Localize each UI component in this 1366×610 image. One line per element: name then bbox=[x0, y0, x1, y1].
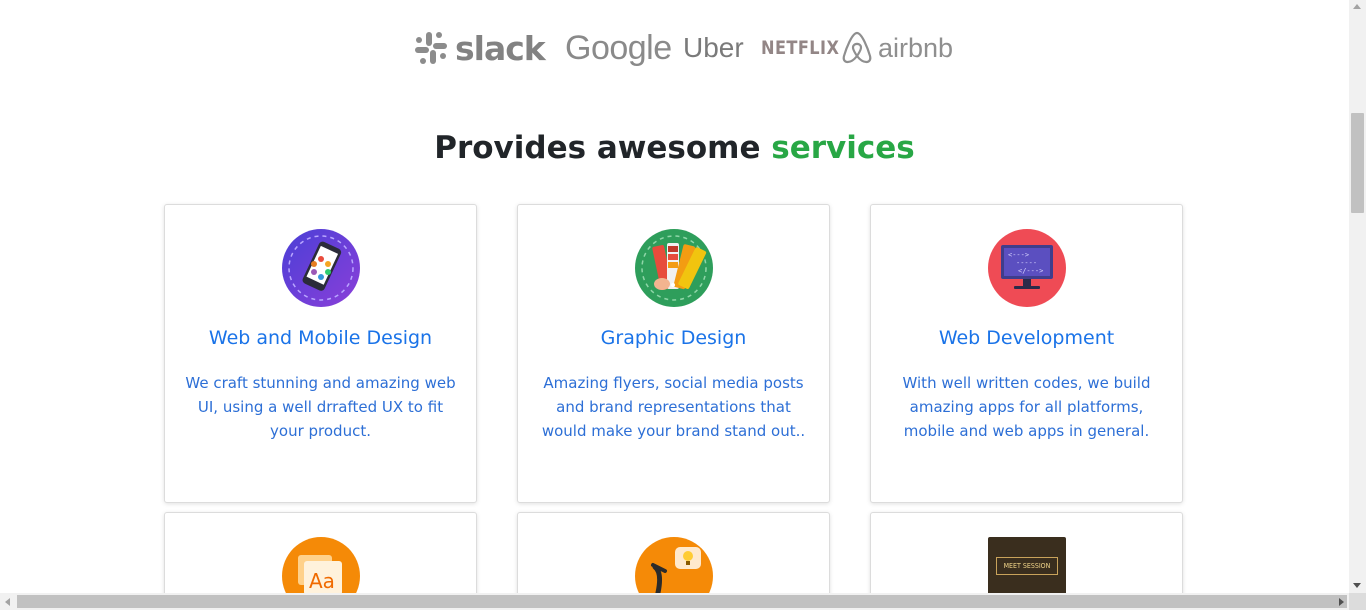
brand-logos: slack Google Uber NETFLIX airbnb bbox=[0, 28, 1349, 68]
netflix-wordmark: NETFLIX bbox=[761, 37, 840, 59]
svg-text:-----: ----- bbox=[1016, 259, 1037, 267]
page-viewport: slack Google Uber NETFLIX airbnb Provide… bbox=[0, 0, 1349, 593]
service-title: Web and Mobile Design bbox=[208, 327, 433, 349]
service-description: With well written codes, we build amazin… bbox=[902, 374, 1151, 440]
scrollbar-corner bbox=[1349, 593, 1366, 610]
service-title: Web Development bbox=[938, 327, 1115, 349]
airbnb-wordmark: airbnb bbox=[878, 32, 954, 63]
horizontal-scrollbar[interactable] bbox=[0, 593, 1366, 610]
service-card-web-mobile-design[interactable]: Web and Mobile Design We craft stunning … bbox=[164, 204, 477, 503]
airbnb-logo: airbnb bbox=[840, 28, 953, 68]
slack-icon bbox=[415, 32, 447, 64]
mobile-design-icon bbox=[281, 229, 360, 307]
svg-text:Aa: Aa bbox=[309, 569, 335, 593]
service-description: Amazing flyers, social media posts and b… bbox=[541, 374, 806, 440]
typography-icon: Aa bbox=[281, 537, 360, 593]
service-card-6[interactable]: MEET SESSION bbox=[870, 512, 1183, 593]
scroll-right-arrow-icon[interactable] bbox=[1339, 598, 1344, 606]
idea-icon bbox=[634, 537, 713, 593]
meet-session-icon: MEET SESSION bbox=[987, 537, 1066, 593]
vertical-scroll-thumb[interactable] bbox=[1351, 113, 1364, 213]
scroll-down-arrow-icon[interactable] bbox=[1353, 583, 1361, 588]
service-card-graphic-design[interactable]: Graphic Design Amazing flyers, social me… bbox=[517, 204, 830, 503]
service-title: Graphic Design bbox=[600, 327, 747, 349]
airbnb-icon bbox=[842, 31, 872, 64]
meet-session-label: MEET SESSION bbox=[1003, 562, 1050, 570]
service-card-5[interactable] bbox=[517, 512, 830, 593]
service-card-web-development[interactable]: <---> ----- </---> Web Development With … bbox=[870, 204, 1183, 503]
vertical-scrollbar[interactable] bbox=[1349, 0, 1366, 593]
scroll-left-arrow-icon[interactable] bbox=[5, 598, 10, 606]
section-title-prefix: Provides awesome bbox=[434, 130, 772, 166]
service-description: We craft stunning and amazing web UI, us… bbox=[185, 374, 456, 440]
service-card-4[interactable]: Aa bbox=[164, 512, 477, 593]
svg-text:<--->: <---> bbox=[1008, 251, 1029, 259]
horizontal-scroll-thumb[interactable] bbox=[17, 595, 1347, 608]
scroll-up-arrow-icon[interactable] bbox=[1353, 4, 1361, 9]
slack-logo: slack bbox=[413, 28, 546, 68]
slack-wordmark: slack bbox=[455, 28, 546, 68]
google-wordmark: Google bbox=[565, 28, 672, 67]
svg-text:</--->: </---> bbox=[1018, 267, 1043, 275]
code-monitor-icon: <---> ----- </---> bbox=[987, 229, 1066, 307]
uber-wordmark: Uber bbox=[683, 32, 744, 63]
section-title-accent: services bbox=[771, 130, 915, 166]
color-palette-icon bbox=[634, 229, 713, 307]
google-logo: Google bbox=[565, 28, 672, 68]
section-title: Provides awesome services bbox=[0, 130, 1349, 166]
uber-logo: Uber bbox=[683, 28, 744, 68]
